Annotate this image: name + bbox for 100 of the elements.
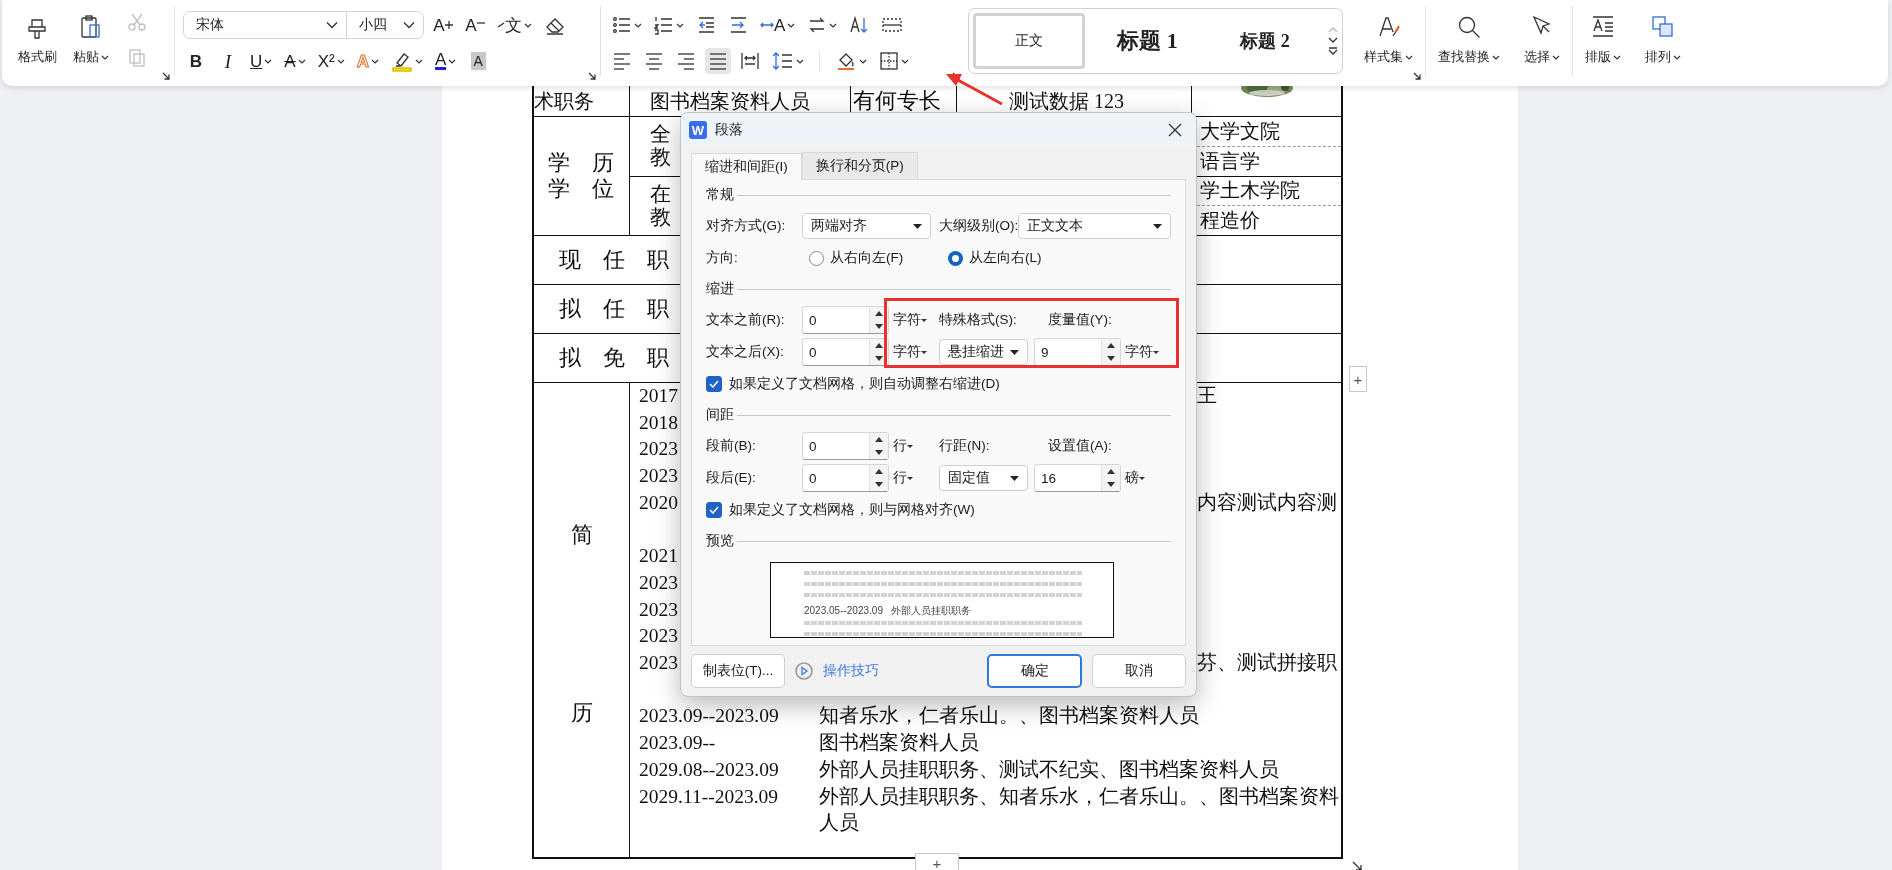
step-down-icon <box>1107 482 1115 487</box>
field-label: 特殊格式(S): <box>939 311 1018 329</box>
add-row-button[interactable]: + <box>915 853 959 870</box>
dropdown-arrow-icon <box>913 223 923 229</box>
date-range: 2023 <box>639 651 678 675</box>
step-up-icon <box>875 437 883 442</box>
check-icon <box>709 506 719 514</box>
unit-dropdown[interactable]: 行 <box>889 469 939 487</box>
caret-icon <box>336 58 345 64</box>
entry-text: 内容测试内容测 <box>1197 491 1337 513</box>
unit-dropdown[interactable]: 磅 <box>1121 469 1171 487</box>
tab[interactable]: 换行和分页(P) <box>801 152 918 179</box>
step-up-icon <box>875 311 883 316</box>
row-label: 简 <box>570 521 593 549</box>
bold-button[interactable]: B <box>183 48 209 74</box>
field-label: 设置值(A): <box>1048 437 1112 455</box>
character-spacing-button[interactable]: A <box>757 12 799 38</box>
dropdown-arrow-icon <box>1010 475 1020 481</box>
table-cell: 全 <box>650 123 671 147</box>
layout-button[interactable]: 排版 <box>1579 6 1627 74</box>
phonetic-guide-button[interactable]: 文 <box>494 12 535 38</box>
caret-icon <box>796 58 804 64</box>
radio-button[interactable] <box>809 250 824 266</box>
unit-dropdown[interactable]: 字符 <box>889 311 939 329</box>
radio-label: 从左向右(L) <box>969 249 1042 267</box>
caret-icon <box>524 22 532 28</box>
tips-link[interactable]: 操作技巧 <box>823 662 879 680</box>
date-range: 2029.11--2023.09 <box>639 784 778 809</box>
ok-button[interactable]: 确定 <box>987 654 1082 688</box>
style-option[interactable]: 标题 1 <box>1085 13 1210 69</box>
justify-button[interactable] <box>705 48 731 74</box>
select-button[interactable]: 选择 <box>1518 6 1566 74</box>
add-column-button[interactable]: + <box>1349 366 1367 392</box>
step-down-icon <box>875 356 883 361</box>
special-format-select[interactable]: 悬挂缩进 <box>939 339 1029 365</box>
cancel-button[interactable]: 取消 <box>1092 654 1186 688</box>
row-label: 拟 任 职 <box>559 296 669 321</box>
entry-text: 芬、测试拼接职 <box>1197 652 1337 673</box>
grow-font-button[interactable]: A <box>430 12 456 38</box>
indent-after-field[interactable]: 0 <box>802 338 889 366</box>
character-shading-button[interactable]: A <box>465 48 492 74</box>
caret-icon <box>787 22 796 28</box>
launcher-icon <box>1413 72 1421 80</box>
step-down-icon <box>875 450 883 455</box>
table-cell-text: 大学文院 <box>1199 118 1281 144</box>
style-set-button[interactable]: 样式集 <box>1358 6 1419 74</box>
line-spacing-select[interactable]: 固定值 <box>939 465 1029 491</box>
step-down-icon <box>875 324 883 329</box>
line-spacing-icon <box>772 50 794 72</box>
table-cell-text: 学土木学院 <box>1199 178 1301 204</box>
field-label: 对齐方式(G): <box>706 217 787 235</box>
preview-text: 2023.05--2023.09 外部人员挂职职务 <box>804 605 973 617</box>
app-logo: W <box>689 121 707 139</box>
style-option[interactable]: 标题 2 <box>1210 13 1320 69</box>
unit-dropdown[interactable]: 字符 <box>1121 343 1171 361</box>
measure-field[interactable]: 9 <box>1034 338 1121 366</box>
step-up-icon <box>875 343 883 348</box>
strikethrough-button[interactable]: A <box>281 48 309 74</box>
bullet-list-icon <box>612 15 632 35</box>
style-option[interactable]: 正文 <box>973 13 1085 69</box>
step-down-icon <box>875 482 883 487</box>
format-painter-button[interactable]: 格式刷 <box>10 6 64 74</box>
italic-button[interactable]: I <box>215 48 241 74</box>
arrange-button[interactable]: 排列 <box>1639 6 1687 74</box>
checkbox[interactable] <box>706 376 722 392</box>
superscript-button[interactable]: X² <box>314 48 348 74</box>
caret-icon <box>1552 54 1560 60</box>
unit-dropdown[interactable]: 行 <box>889 437 939 455</box>
caret-icon <box>907 476 913 480</box>
border-grid-icon <box>879 51 899 71</box>
scroll-down-button[interactable] <box>1328 37 1338 43</box>
alignment-select[interactable]: 两端对齐 <box>802 213 932 239</box>
more-styles-button[interactable] <box>1328 47 1338 55</box>
field-label: 段前(B): <box>706 437 757 455</box>
field-label: 文本之后(X): <box>706 343 785 361</box>
underline-button[interactable]: U <box>247 48 276 74</box>
find-replace-button[interactable]: 查找替换 <box>1432 6 1506 74</box>
section-heading: 常规 <box>706 186 734 204</box>
entry-text: 外部人员挂职职务、测试不纪实、图书档案资料人员 <box>819 757 1279 782</box>
caret-icon <box>676 22 684 28</box>
numbered-list-icon <box>654 15 674 35</box>
spacing-value-field[interactable]: 16 <box>1034 464 1121 492</box>
indent-before-field[interactable]: 0 <box>802 306 889 334</box>
paste-button[interactable]: 粘贴 <box>64 6 118 74</box>
space-before-field[interactable]: 0 <box>802 432 889 460</box>
radio-button[interactable] <box>948 250 963 266</box>
step-up-icon <box>875 469 883 474</box>
tab[interactable]: 缩进和间距(I) <box>691 153 802 180</box>
caret-icon <box>264 58 273 64</box>
font-color-button[interactable]: A <box>431 48 460 74</box>
outline-level-select[interactable]: 正文文本 <box>1018 213 1171 239</box>
checkbox-label: 如果定义了文档网格，则与网格对齐(W) <box>729 501 975 519</box>
tabs-button[interactable]: 制表位(T)... <box>691 654 785 688</box>
shrink-font-button[interactable]: A <box>462 12 488 38</box>
space-after-field[interactable]: 0 <box>802 464 889 492</box>
caret-icon <box>1139 476 1145 480</box>
caret-icon <box>414 58 423 64</box>
unit-dropdown[interactable]: 字符 <box>889 343 939 361</box>
checkbox[interactable] <box>706 502 722 518</box>
play-circle-icon <box>795 662 813 680</box>
